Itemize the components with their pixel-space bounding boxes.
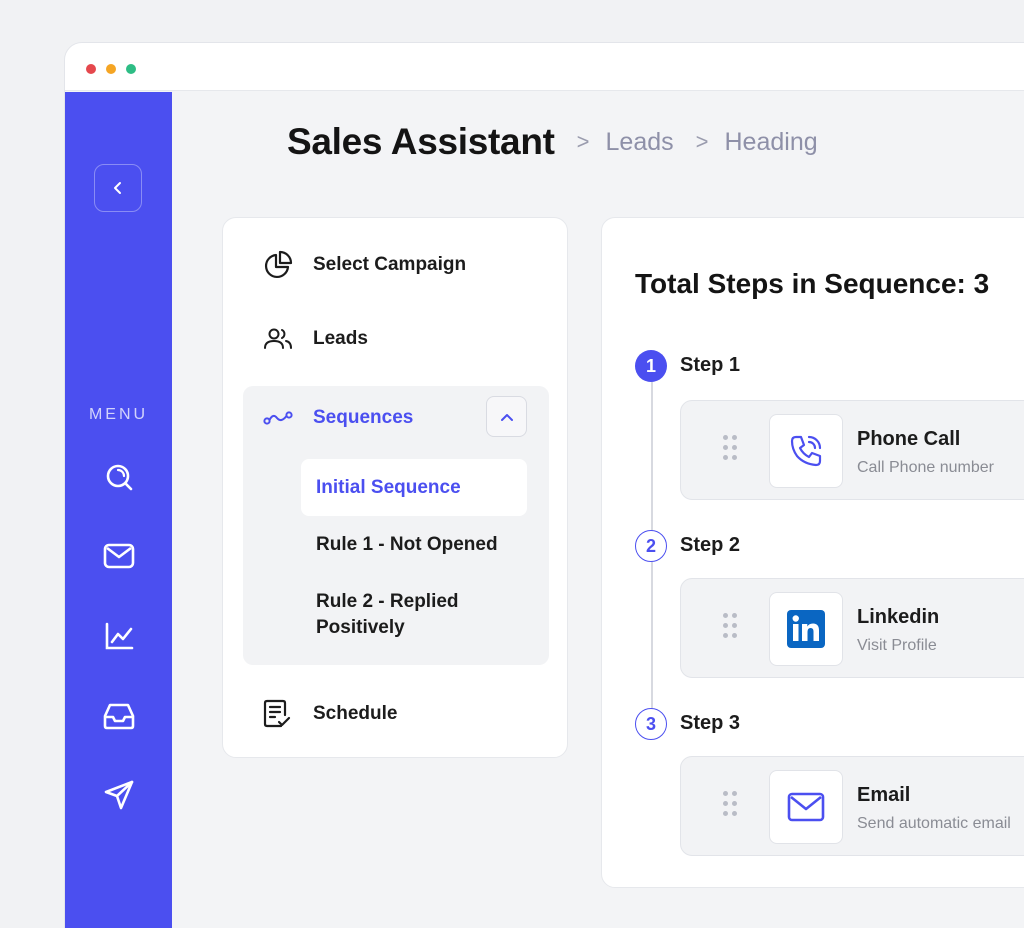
step-3-label: Step 3 — [680, 712, 741, 734]
sub-item-rule-2[interactable]: Rule 2 - Replied Positively — [301, 589, 501, 641]
breadcrumb-separator: > — [576, 129, 590, 154]
send-icon — [104, 780, 134, 810]
nav-item-schedule[interactable]: Schedule — [263, 699, 397, 729]
app-window: MENU Sales Assistant > Leads > Heading S… — [64, 42, 1024, 928]
schedule-icon — [263, 699, 291, 728]
sub-item-initial-sequence[interactable]: Initial Sequence — [301, 459, 527, 516]
step-1-name: Phone Call — [857, 428, 961, 450]
users-icon — [264, 328, 292, 349]
chevron-left-icon — [114, 182, 121, 194]
nav-item-label: Select Campaign — [313, 254, 467, 275]
email-icon — [787, 792, 825, 822]
collapse-sidebar-button[interactable] — [94, 164, 142, 212]
campaign-nav-card: Select Campaign Leads Sequences Initial … — [222, 217, 568, 758]
nav-item-sequences[interactable]: Sequences — [263, 403, 413, 433]
search-icon — [106, 464, 133, 491]
pie-chart-icon — [264, 250, 293, 279]
sub-item-rule-1[interactable]: Rule 1 - Not Opened — [301, 532, 527, 558]
step-3-card[interactable]: Email Send automatic email — [680, 756, 1024, 856]
sequences-group: Sequences Initial Sequence Rule 1 - Not … — [243, 386, 549, 665]
drag-handle-icon[interactable] — [723, 791, 737, 821]
drag-handle-icon[interactable] — [723, 435, 737, 465]
breadcrumb-leads[interactable]: Leads — [606, 128, 674, 157]
step-2-desc: Visit Profile — [857, 637, 937, 654]
inbox-icon — [103, 703, 135, 730]
chart-icon — [105, 622, 134, 650]
nav-item-select-campaign[interactable]: Select Campaign — [263, 250, 466, 280]
nav-item-leads[interactable]: Leads — [263, 324, 368, 354]
sequence-card: Total Steps in Sequence: 3 1 Step 1 Phon… — [601, 217, 1024, 888]
chevron-up-icon — [500, 413, 513, 421]
nav-item-label: Schedule — [313, 703, 398, 724]
step-2-label: Step 2 — [680, 534, 741, 556]
step-2-card[interactable]: Linkedin Visit Profile — [680, 578, 1024, 678]
sequences-collapse-button[interactable] — [486, 396, 527, 437]
sidebar-item-send[interactable] — [99, 775, 139, 815]
page-header: Sales Assistant > Leads > Heading — [287, 121, 818, 163]
step-1-desc: Call Phone number — [857, 459, 994, 476]
title-bar — [65, 43, 1024, 91]
step-1-card[interactable]: Phone Call Call Phone number — [680, 400, 1024, 500]
close-window-dot[interactable] — [86, 64, 96, 74]
sidebar: MENU — [65, 92, 172, 928]
phone-icon — [790, 435, 822, 467]
step-3-badge: 3 — [635, 708, 667, 740]
page-title: Sales Assistant — [287, 121, 555, 162]
maximize-window-dot[interactable] — [126, 64, 136, 74]
nav-item-label: Sequences — [313, 407, 414, 428]
breadcrumb-heading[interactable]: Heading — [725, 128, 818, 157]
sidebar-item-inbox[interactable] — [99, 696, 139, 736]
step-1-badge: 1 — [635, 350, 667, 382]
mail-icon — [103, 543, 135, 569]
step-2-name: Linkedin — [857, 606, 940, 628]
sidebar-item-analytics[interactable] — [99, 616, 139, 656]
minimize-window-dot[interactable] — [106, 64, 116, 74]
menu-label: MENU — [88, 406, 149, 423]
sidebar-item-mail[interactable] — [99, 536, 139, 576]
step-1-label: Step 1 — [680, 354, 741, 376]
breadcrumb-separator: > — [695, 129, 709, 154]
sidebar-item-search[interactable] — [99, 457, 139, 497]
sequence-icon — [263, 411, 293, 425]
step-3-desc: Send automatic email — [857, 815, 1011, 832]
step-2-badge: 2 — [635, 530, 667, 562]
nav-item-label: Leads — [313, 328, 368, 349]
step-3-name: Email — [857, 784, 911, 806]
linkedin-icon — [787, 610, 825, 648]
drag-handle-icon[interactable] — [723, 613, 737, 643]
sequence-title: Total Steps in Sequence: 3 — [635, 268, 990, 299]
